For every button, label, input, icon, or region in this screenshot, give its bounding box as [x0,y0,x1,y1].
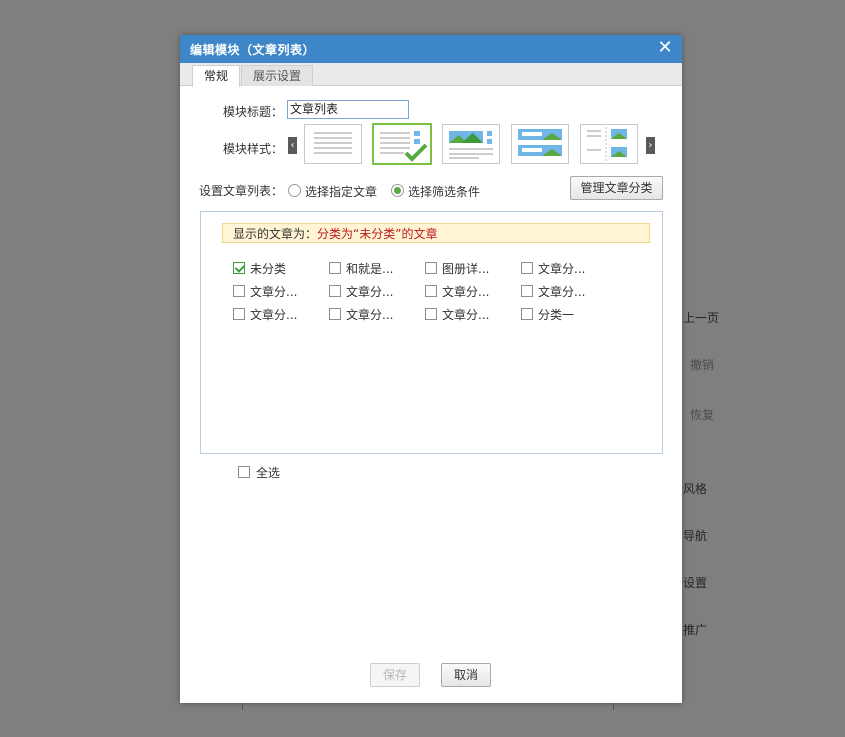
category-checkbox[interactable] [329,308,341,320]
category-label[interactable]: 文章分... [250,306,297,323]
manage-categories-button[interactable]: 管理文章分类 [570,176,663,200]
close-icon[interactable]: ✕ [656,39,674,57]
dialog-titlebar: 编辑模块（文章列表） ✕ [180,35,682,63]
category-label[interactable]: 文章分... [346,283,393,300]
image-list-icon [449,131,493,159]
category-checkbox[interactable] [233,308,245,320]
category-checkbox[interactable] [521,285,533,297]
category-label[interactable]: 和就是... [346,260,393,277]
module-style-label: 模块样式： [223,142,284,156]
category-label[interactable]: 文章分... [538,283,585,300]
edit-module-dialog: 编辑模块（文章列表） ✕ 常规 展示设置 模块标题： 模块样式： ‹ [180,35,682,703]
chevron-right-icon[interactable]: › [646,137,655,154]
category-checkbox[interactable] [425,285,437,297]
category-label[interactable]: 文章分... [442,306,489,323]
bg-menu-settings: 设置 [683,576,708,590]
dialog-title: 编辑模块（文章列表） [190,43,316,57]
list-selected-icon [380,131,428,162]
style-option-plain-list[interactable] [304,124,362,164]
style-option-list-with-icons[interactable] [372,123,432,165]
category-label[interactable]: 图册详... [442,260,489,277]
bg-menu-promote: 推广 [683,623,708,637]
style-option-banner-list[interactable] [511,124,569,164]
bg-divider-left [242,702,243,710]
category-label[interactable]: 分类一 [538,306,574,323]
category-label[interactable]: 文章分... [538,260,585,277]
bg-menu-nav: 导航 [683,529,708,543]
radio-filter-conditions[interactable] [391,184,404,197]
module-title-label: 模块标题： [223,105,284,119]
radio-filter-conditions-label[interactable]: 选择筛选条件 [408,183,480,200]
category-label[interactable]: 文章分... [346,306,393,323]
cancel-button[interactable]: 取消 [441,663,491,687]
category-label[interactable]: 文章分... [442,283,489,300]
bg-menu-style: 风格 [683,482,708,496]
category-label[interactable]: 文章分... [250,283,297,300]
radio-specific-articles-label[interactable]: 选择指定文章 [305,183,377,200]
category-checkbox[interactable] [521,262,533,274]
plain-list-icon [314,132,352,154]
notice-highlight: 分类为“未分类”的文章 [317,227,438,241]
category-checkbox[interactable] [521,308,533,320]
select-all-label[interactable]: 全选 [256,464,280,481]
bg-menu-redo: 恢复 [690,408,715,422]
category-checkbox[interactable] [425,262,437,274]
bg-menu-undo: 撤销 [690,358,715,372]
image-grid-icon [587,127,627,161]
tab-display-settings[interactable]: 展示设置 [241,65,314,86]
notice-prefix: 显示的文章为： [233,227,318,241]
style-option-image-list[interactable] [442,124,500,164]
save-button[interactable]: 保存 [370,663,420,687]
style-option-image-grid[interactable] [580,124,638,164]
module-title-input[interactable] [287,100,409,119]
category-checkbox[interactable] [233,285,245,297]
bg-menu-prev-page: 上一页 [683,311,720,325]
bg-divider-right [613,702,614,710]
notice-bar: 显示的文章为：分类为“未分类”的文章 [222,223,650,243]
category-checkbox[interactable] [329,262,341,274]
category-label[interactable]: 未分类 [250,260,286,277]
set-list-label: 设置文章列表： [199,184,284,198]
radio-specific-articles[interactable] [288,184,301,197]
background-side-menu: 上一页 撤销 恢复 风格 导航 设置 推广 [683,0,843,737]
category-checkbox[interactable] [233,262,245,274]
chevron-left-icon[interactable]: ‹ [288,137,297,154]
category-checkbox[interactable] [425,308,437,320]
tab-bar: 常规 展示设置 [180,63,682,87]
select-all-checkbox[interactable] [238,466,250,478]
category-checkbox[interactable] [329,285,341,297]
radio-dot [394,187,401,194]
tab-general[interactable]: 常规 [192,65,241,87]
category-panel: 显示的文章为：分类为“未分类”的文章 未分类 和就是... 图册详... 文章分… [200,211,663,454]
banner-list-icon [518,129,562,156]
